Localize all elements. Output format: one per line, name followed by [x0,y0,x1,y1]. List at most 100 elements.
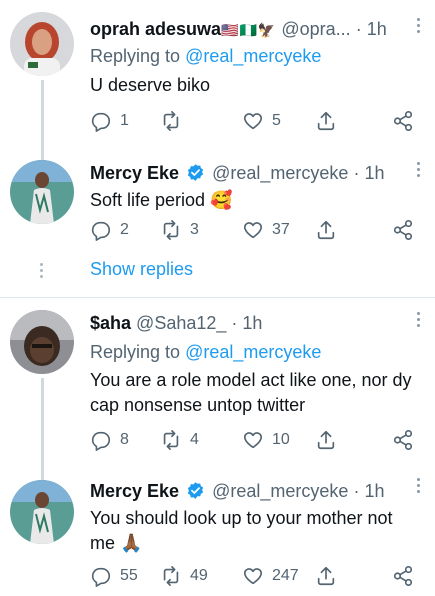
reply-button[interactable]: 8 [90,428,129,452]
share-button[interactable] [315,428,337,452]
thread-line [41,80,44,150]
retweet-button[interactable]: 3 [160,218,199,242]
user-handle[interactable]: @real_mercyeke [212,481,348,501]
avatar[interactable] [10,12,74,76]
retweet-count: 3 [190,221,199,238]
replying-to-handle[interactable]: @real_mercyeke [185,46,321,66]
display-name[interactable]: oprah adesuwa [90,19,221,39]
like-count: 247 [272,567,299,584]
share-icon [317,566,335,586]
avatar[interactable] [10,480,74,544]
heart-icon [243,222,263,239]
reply-count: 55 [120,567,138,584]
action-bar: 1 5 [90,109,420,133]
show-replies-link[interactable]: Show replies [90,258,193,280]
like-button[interactable]: 10 [242,428,290,452]
reply-button[interactable]: 55 [90,564,138,588]
display-name[interactable]: Mercy Eke [90,163,179,183]
network-button[interactable] [392,428,414,452]
like-count: 10 [272,431,290,448]
action-bar: 2 3 37 [90,218,420,242]
timestamp[interactable]: 1h [364,481,384,501]
heart-icon [243,432,263,449]
share-icon [317,111,335,131]
reply-count: 1 [120,112,129,129]
flag-emojis: 🇺🇸🇳🇬🦅 [221,22,277,38]
share-button[interactable] [315,218,337,242]
user-handle[interactable]: @Saha12_ [136,313,226,333]
display-name[interactable]: $aha [90,313,131,333]
retweet-button[interactable] [160,109,190,133]
share-button[interactable] [315,109,337,133]
share-icon [317,430,335,450]
action-bar: 8 4 10 [90,428,420,452]
share-icon [317,220,335,240]
replying-to: Replying to @real_mercyeke [90,45,321,67]
tweet-mercy-2[interactable]: Mercy Eke @real_mercyeke · 1h You should… [0,460,435,596]
user-handle[interactable]: @opra... [281,19,350,39]
replying-to-handle[interactable]: @real_mercyeke [185,342,321,362]
thread-line-top [41,150,44,160]
reply-icon [91,112,111,132]
retweet-button[interactable]: 4 [160,428,199,452]
thread-continue-dots [40,263,44,281]
tweet-header: $aha @Saha12_ · 1h [90,312,262,334]
tweet-oprah[interactable]: oprah adesuwa🇺🇸🇳🇬🦅 @opra... · 1h Replyin… [0,0,435,150]
verified-badge-icon [187,164,204,181]
avatar[interactable] [10,310,74,374]
network-button[interactable] [392,109,414,133]
retweet-icon [163,111,179,131]
tweet-mercy-1[interactable]: Mercy Eke @real_mercyeke · 1h Soft life … [0,150,435,295]
tweet-header: Mercy Eke @real_mercyeke · 1h [90,480,384,502]
retweet-icon [163,430,179,450]
network-share-icon [393,220,413,240]
timestamp[interactable]: 1h [364,163,384,183]
reply-icon [91,221,111,241]
heart-icon [243,568,263,585]
more-options-icon[interactable] [416,312,421,330]
tweet-text: You should look up to your mother not me… [90,508,393,553]
network-share-icon [393,566,413,586]
retweet-count: 4 [190,431,199,448]
retweet-count: 49 [190,567,208,584]
tweet-text: You are a role model act like one, nor d… [90,370,412,415]
network-button[interactable] [392,564,414,588]
retweet-button[interactable]: 49 [160,564,208,588]
user-handle[interactable]: @real_mercyeke [212,163,348,183]
like-count: 5 [272,112,281,129]
reply-icon [91,567,111,587]
replying-to-label: Replying to [90,46,186,66]
separator-dot: · [353,481,360,501]
more-options-icon[interactable] [416,162,421,180]
reply-count: 2 [120,221,129,238]
tweet-text: Soft life period 🥰 [90,190,233,210]
network-button[interactable] [392,218,414,242]
like-button[interactable]: 247 [242,564,299,588]
tweet-text: U deserve biko [90,75,211,95]
display-name[interactable]: Mercy Eke [90,481,179,501]
replying-to-label: Replying to [90,342,186,362]
thread-line-top [41,460,44,480]
reply-icon [91,431,111,451]
reply-button[interactable]: 1 [90,109,129,133]
network-share-icon [393,111,413,131]
verified-badge-icon [187,482,204,499]
retweet-icon [163,220,179,240]
tweet-header: oprah adesuwa🇺🇸🇳🇬🦅 @opra... · 1h [90,18,387,41]
heart-icon [243,113,263,130]
separator-dot: · [231,313,238,333]
retweet-icon [163,566,179,586]
avatar[interactable] [10,160,74,224]
replying-to: Replying to @real_mercyeke [90,341,321,363]
more-options-icon[interactable] [416,478,421,496]
reply-count: 8 [120,431,129,448]
like-button[interactable]: 5 [242,109,281,133]
separator-dot: · [353,163,360,183]
timestamp[interactable]: 1h [367,19,387,39]
more-options-icon[interactable] [416,18,421,36]
tweet-saha[interactable]: $aha @Saha12_ · 1h Replying to @real_mer… [0,298,435,460]
share-button[interactable] [315,564,337,588]
timestamp[interactable]: 1h [242,313,262,333]
reply-button[interactable]: 2 [90,218,129,242]
like-button[interactable]: 37 [242,218,290,242]
